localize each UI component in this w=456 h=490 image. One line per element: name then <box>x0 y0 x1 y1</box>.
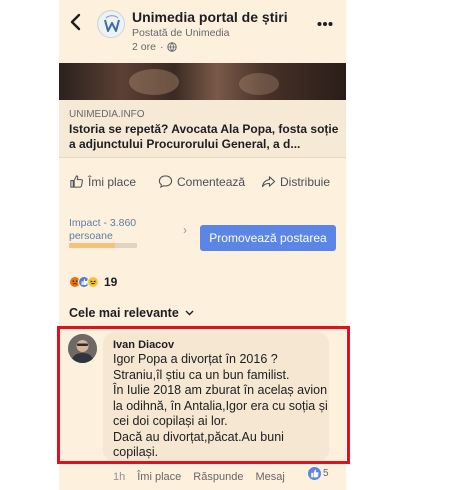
comment-sort-dropdown[interactable]: Cele mai relevante <box>69 306 194 320</box>
thumbs-up-icon <box>70 175 83 188</box>
comment-bubble: Ivan Diacov Igor Popa a divorțat în 2016… <box>103 332 329 462</box>
comment-like-button[interactable]: Îmi place <box>137 471 181 483</box>
comment-reply-button[interactable]: Răspunde <box>193 471 243 483</box>
page-name[interactable]: Unimedia portal de știri <box>132 9 288 25</box>
reaction-count: 19 <box>104 275 118 289</box>
commenter-name[interactable]: Ivan Diacov <box>113 339 174 351</box>
impact-progress-fill <box>69 243 116 248</box>
comment-label: Comentează <box>177 174 246 189</box>
chevron-right-icon[interactable]: › <box>183 223 187 237</box>
comment-actions: 1h Îmi place Răspunde Mesaj <box>113 471 285 483</box>
comment-message-button[interactable]: Mesaj <box>255 471 284 483</box>
comment-icon <box>158 175 173 189</box>
comment-reactions[interactable]: 5 <box>308 467 329 480</box>
link-preview-image[interactable] <box>59 63 346 100</box>
chevron-down-icon <box>185 310 194 316</box>
share-arrow-icon <box>261 176 276 188</box>
link-title[interactable]: Istoria se repetă? Avocata Ala Popa, fos… <box>69 122 339 152</box>
comment-reaction-count: 5 <box>323 468 329 479</box>
impact-label[interactable]: Impact - 3.860 persoane <box>69 217 159 243</box>
arrow-left-icon <box>70 13 81 31</box>
post-header: Unimedia portal de știri Postată de Unim… <box>59 0 346 63</box>
like-label: Îmi place <box>88 174 137 189</box>
unimedia-logo-icon <box>99 12 124 37</box>
more-options-button[interactable] <box>317 14 333 32</box>
haha-reaction-icon <box>87 276 99 288</box>
promote-post-button[interactable]: Promovează postarea <box>200 225 336 251</box>
link-domain: UNIMEDIA.INFO <box>69 109 145 120</box>
sort-label: Cele mai relevante <box>69 306 179 320</box>
comment-text: Igor Popa a divorțat în 2016 ? Straniu,î… <box>113 352 328 459</box>
reactions-summary[interactable]: 19 <box>69 275 117 289</box>
commenter-avatar[interactable] <box>68 334 97 363</box>
more-horizontal-icon <box>317 22 333 26</box>
posted-by: Postată de Unimedia <box>132 27 230 39</box>
comment-time: 1h <box>113 471 126 483</box>
share-button[interactable]: Distribuie <box>261 174 330 189</box>
post-panel: Unimedia portal de știri Postată de Unim… <box>59 0 346 490</box>
post-time: 2 ore <box>132 41 156 53</box>
impact-progress-bar <box>69 243 137 248</box>
user-avatar-icon <box>68 334 97 363</box>
link-preview[interactable]: UNIMEDIA.INFO Istoria se repetă? Avocata… <box>59 100 346 158</box>
like-reaction-icon <box>308 467 321 480</box>
post-time-row: 2 ore · <box>132 41 178 53</box>
like-button[interactable]: Îmi place <box>69 174 136 189</box>
page-logo[interactable] <box>97 10 125 38</box>
comment-button[interactable]: Comentează <box>158 174 245 189</box>
globe-icon <box>167 42 178 52</box>
post-actions: Îmi place Comentează Distribuie <box>59 168 346 196</box>
back-button[interactable] <box>69 12 87 34</box>
share-label: Distribuie <box>280 174 331 189</box>
